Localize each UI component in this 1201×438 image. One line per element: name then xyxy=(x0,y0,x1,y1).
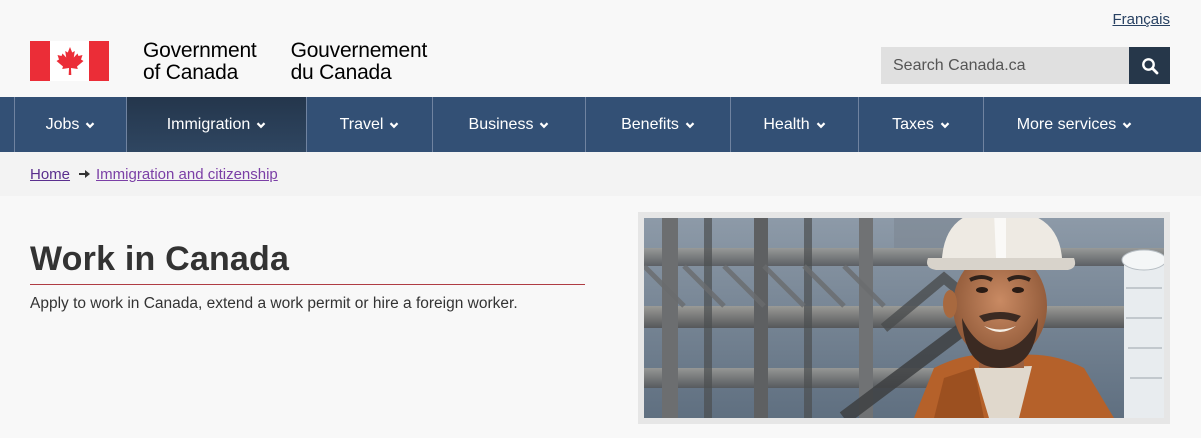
wordmark: Government of Canada Gouvernement du Can… xyxy=(143,40,427,84)
hero-image-frame xyxy=(638,212,1170,424)
chevron-down-icon xyxy=(256,121,266,128)
menu-item-taxes[interactable]: Taxes xyxy=(859,97,984,152)
chevron-down-icon xyxy=(390,121,399,128)
menu-item-business[interactable]: Business xyxy=(433,97,586,152)
breadcrumb: Home Immigration and citizenship xyxy=(0,152,1201,196)
menu-item-immigration[interactable]: Immigration xyxy=(127,97,307,152)
title-underline xyxy=(30,284,585,285)
main-menu: Jobs Immigration Travel Business Benefit… xyxy=(0,97,1201,152)
wordmark-french: Gouvernement du Canada xyxy=(290,39,428,84)
chevron-down-icon xyxy=(86,121,95,128)
menu-item-benefits[interactable]: Benefits xyxy=(586,97,731,152)
government-signature[interactable]: Government of Canada Gouvernement du Can… xyxy=(30,40,427,84)
chevron-down-icon xyxy=(1122,121,1132,128)
language-toggle-link[interactable]: Français xyxy=(1112,11,1170,28)
page-title: Work in Canada xyxy=(30,240,290,278)
breadcrumb-home-link[interactable]: Home xyxy=(30,166,70,183)
menu-item-travel[interactable]: Travel xyxy=(307,97,433,152)
maple-leaf-icon xyxy=(56,47,83,75)
search-icon xyxy=(1141,57,1158,74)
chevron-down-icon xyxy=(540,121,549,128)
site-search xyxy=(881,47,1170,84)
chevron-down-icon xyxy=(685,121,695,128)
menu-item-jobs[interactable]: Jobs xyxy=(14,97,127,152)
search-input[interactable] xyxy=(881,47,1129,84)
page-intro: Apply to work in Canada, extend a work p… xyxy=(30,295,518,312)
menu-item-more-services[interactable]: More services xyxy=(984,97,1165,152)
construction-worker-photo xyxy=(644,218,1164,418)
menu-item-health[interactable]: Health xyxy=(731,97,859,152)
canada-flag-logo xyxy=(30,41,109,81)
breadcrumb-immigration-link[interactable]: Immigration and citizenship xyxy=(96,166,278,183)
search-button[interactable] xyxy=(1129,47,1170,84)
chevron-down-icon xyxy=(940,121,950,128)
wordmark-english: Government of Canada xyxy=(143,39,257,84)
arrow-right-icon xyxy=(79,170,91,178)
chevron-down-icon xyxy=(816,121,825,128)
